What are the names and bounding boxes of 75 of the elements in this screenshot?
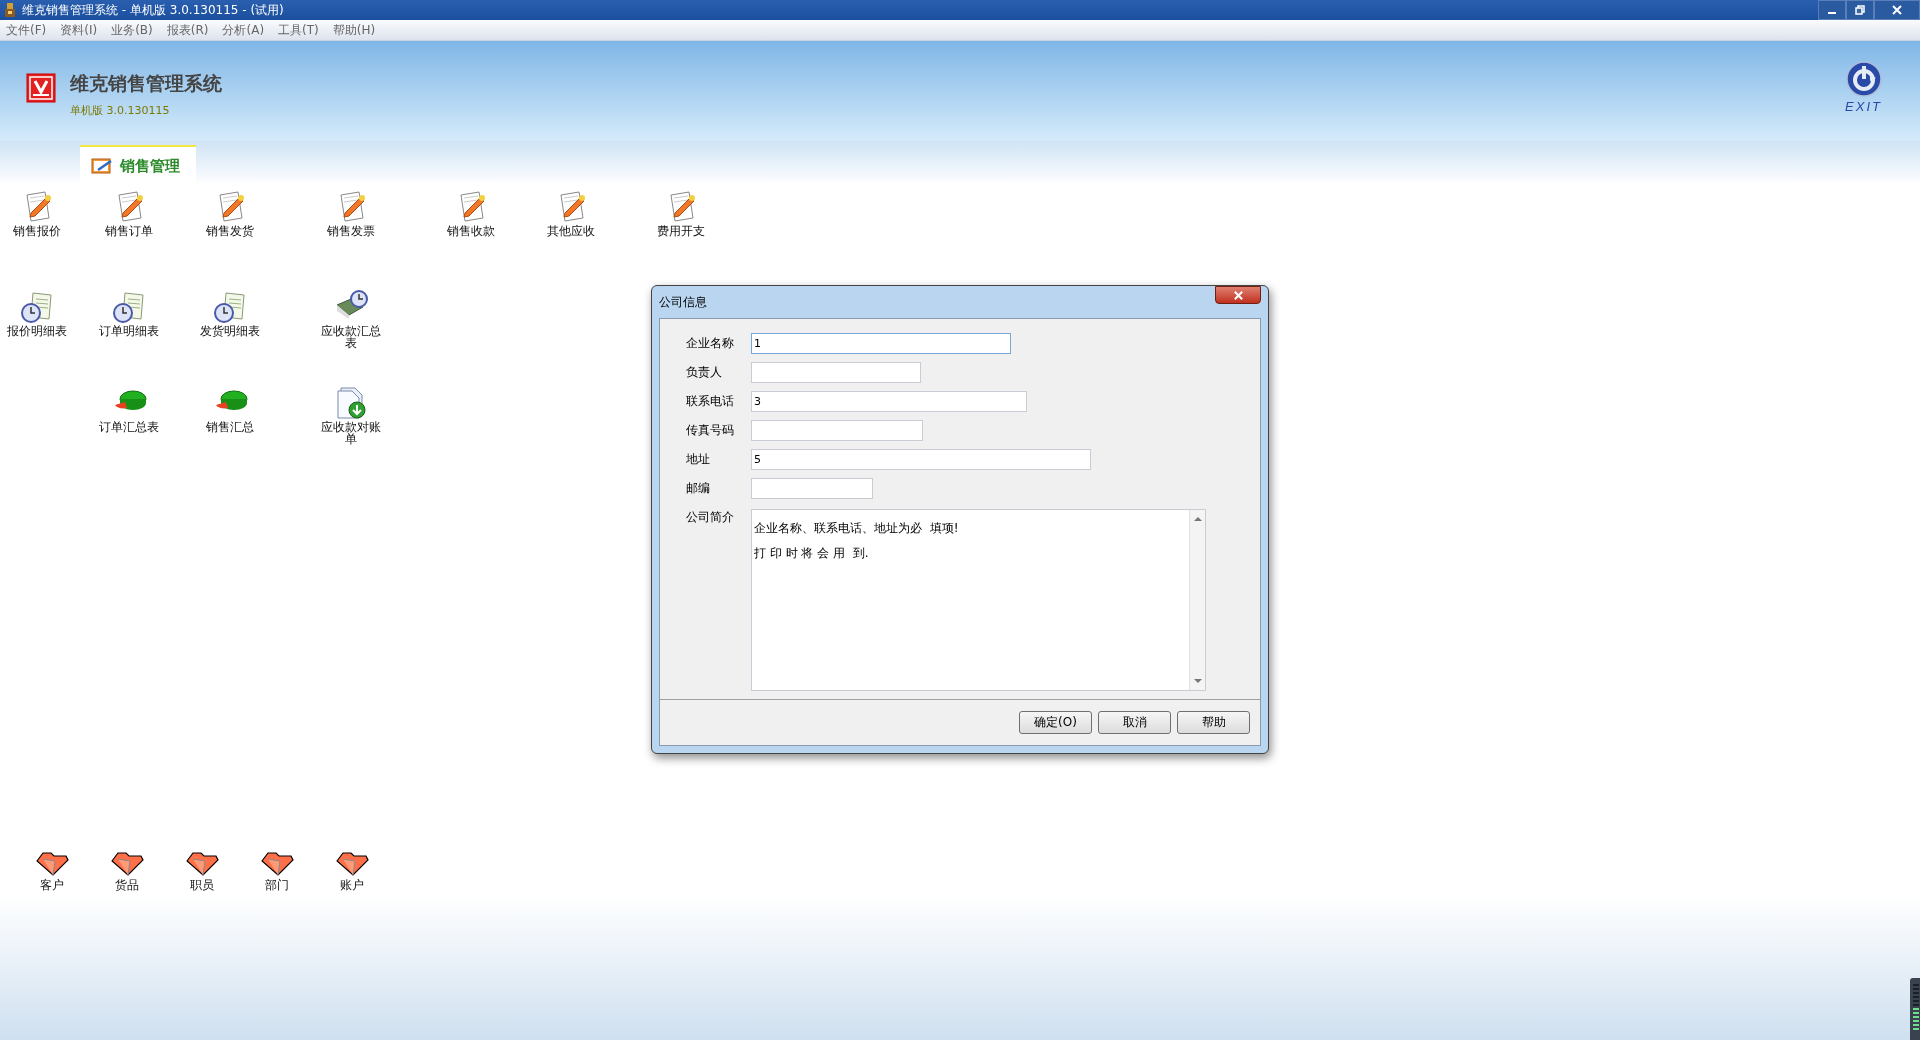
menu-item[interactable]: 文件(F) [6, 21, 47, 39]
dialog-button[interactable]: 确定(O) [1019, 711, 1092, 734]
menu-item[interactable]: 分析(A) [222, 21, 265, 39]
folder-label[interactable]: 职员 [189, 879, 214, 891]
dialog-title: 公司信息 [659, 294, 707, 311]
field-label: 企业名称 [686, 335, 735, 352]
scroll-down-icon[interactable] [1193, 678, 1202, 684]
app-icon [2, 2, 18, 18]
field-label: 传真号码 [686, 422, 735, 439]
folder-icon[interactable] [259, 851, 294, 877]
version-label: 单机版 3.0.130115 [70, 103, 171, 118]
function-label[interactable]: 销售收款 [447, 225, 495, 237]
scroll-up-icon[interactable] [1193, 516, 1202, 522]
folder-label[interactable]: 客户 [39, 879, 64, 891]
logo-icon [26, 73, 56, 103]
clock-document-icon[interactable] [212, 289, 248, 323]
close-button[interactable] [1215, 286, 1261, 304]
folder-icon[interactable] [34, 851, 69, 877]
app-name: 维克销售管理系统 [70, 71, 222, 96]
menu-item[interactable]: 业务(B) [111, 21, 153, 39]
function-label[interactable]: 销售发票 [327, 225, 375, 237]
window-title: 维克销售管理系统 - 单机版 3.0.130115 - (试用) [22, 1, 285, 19]
menu-item[interactable]: 报表(R) [166, 21, 209, 39]
function-label[interactable]: 报价明细表 [7, 325, 67, 337]
restore-icon [1854, 4, 1866, 16]
folder-label[interactable]: 货品 [114, 879, 139, 891]
clock-document-icon[interactable] [111, 289, 147, 323]
field-label: 负责人 [686, 364, 723, 381]
input-field[interactable]: 1 [751, 333, 1011, 354]
field-label: 邮编 [686, 480, 711, 497]
power-icon [1845, 61, 1882, 97]
field-label: 地址 [686, 451, 711, 468]
menu-item[interactable]: 帮助(H) [332, 21, 376, 39]
folder-icon[interactable] [109, 851, 144, 877]
minimize-button[interactable] [1818, 0, 1846, 20]
function-label[interactable]: 销售报价 [13, 225, 61, 237]
function-label[interactable]: 费用开支 [657, 225, 705, 237]
clock-document-icon[interactable] [19, 289, 55, 323]
function-label[interactable]: 其他应收 [547, 225, 595, 237]
function-label[interactable]: 应收款对账单 [318, 421, 384, 445]
function-label[interactable]: 销售订单 [105, 225, 153, 237]
function-label[interactable]: 销售发货 [206, 225, 254, 237]
close-icon [1891, 4, 1903, 16]
level-meter-icon [1910, 978, 1920, 1040]
input-field[interactable]: 5 [751, 449, 1091, 470]
function-label[interactable]: 订单明细表 [99, 325, 159, 337]
restore-button[interactable] [1846, 0, 1874, 20]
menu-item[interactable]: 资料(I) [60, 21, 98, 39]
text-line: 打 印 时 将 会 用 到. [754, 545, 870, 562]
dialog-button[interactable]: 取消 [1098, 711, 1171, 734]
menu-item[interactable]: 工具(T) [278, 21, 319, 39]
function-label[interactable]: 订单汇总表 [99, 421, 159, 433]
close-button[interactable] [1874, 0, 1920, 20]
field-label: 联系电话 [686, 393, 735, 410]
input-field[interactable] [751, 420, 923, 441]
folder-icon[interactable] [334, 851, 369, 877]
folder-label[interactable]: 账户 [339, 879, 364, 891]
exit-button[interactable]: EXIT [1845, 61, 1882, 114]
notepad-icon [90, 156, 114, 176]
function-label[interactable]: 发货明细表 [200, 325, 260, 337]
input-field[interactable] [751, 362, 921, 383]
close-icon [1232, 289, 1244, 301]
function-label[interactable]: 销售汇总 [206, 421, 254, 433]
text-line: 企业名称、联系电话、地址为必 填项! [754, 520, 960, 537]
folder-label[interactable]: 部门 [264, 879, 289, 891]
field-label: 公司简介 [686, 509, 735, 526]
folder-icon[interactable] [184, 851, 219, 877]
tab[interactable]: 销售管理 [80, 145, 196, 185]
text-area[interactable]: 企业名称、联系电话、地址为必 填项! 打 印 时 将 会 用 到. [751, 509, 1206, 691]
input-field[interactable]: 3 [751, 391, 1027, 412]
input-field[interactable] [751, 478, 873, 499]
dialog-button[interactable]: 帮助 [1177, 711, 1250, 734]
function-label[interactable]: 应收款汇总表 [318, 325, 384, 349]
minimize-icon [1828, 12, 1836, 14]
scrollbar[interactable] [1189, 510, 1205, 690]
